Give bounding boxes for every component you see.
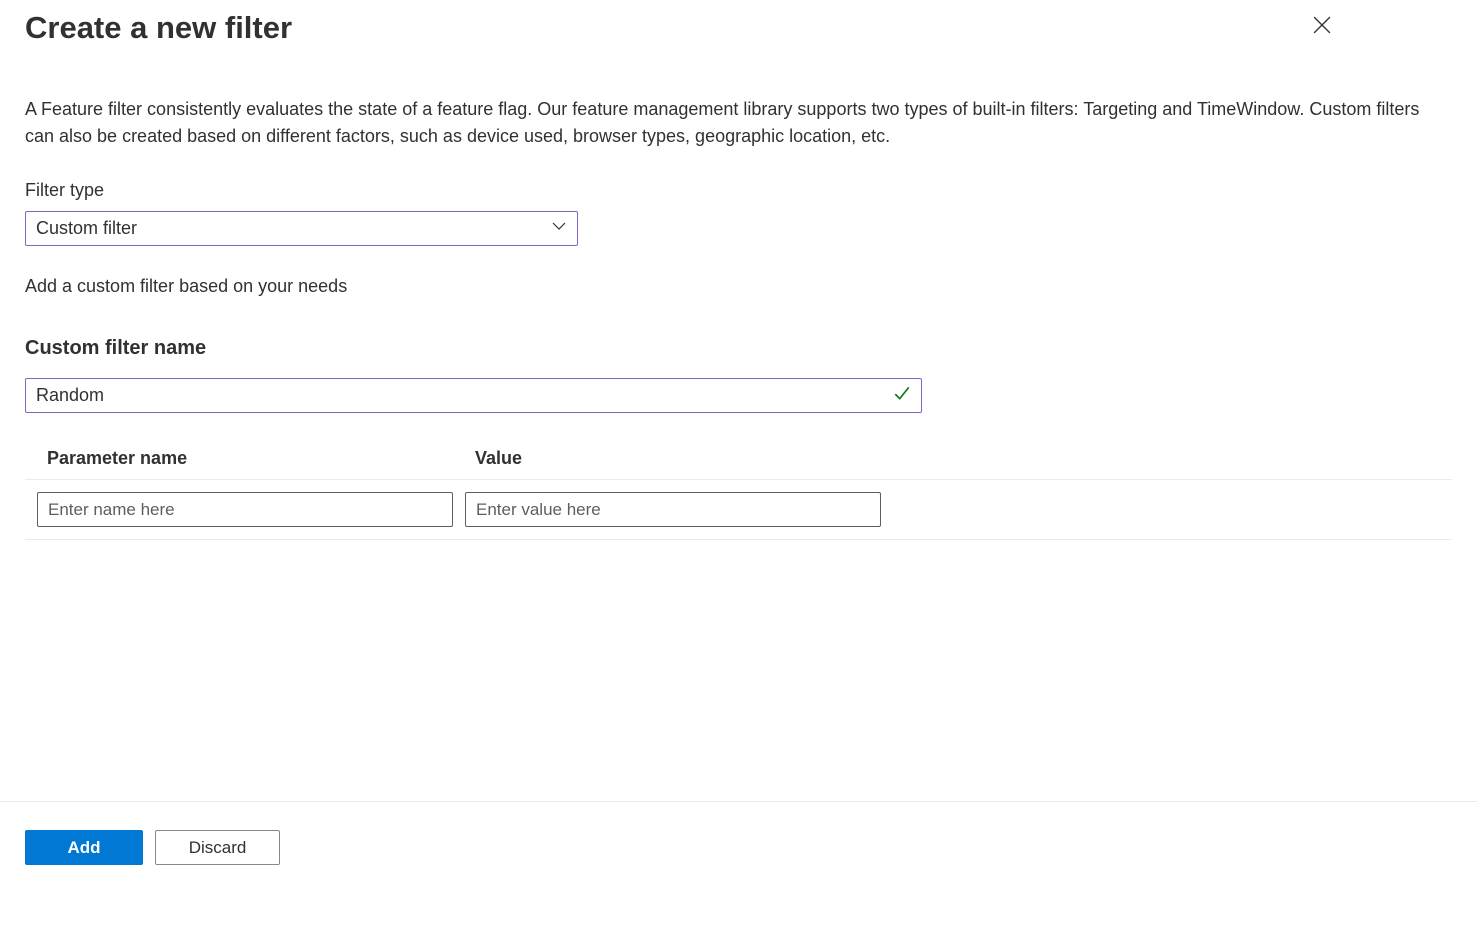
parameter-name-input[interactable]	[37, 492, 453, 527]
custom-filter-name-label: Custom filter name	[25, 337, 1452, 360]
parameter-value-column-header: Value	[475, 448, 1452, 469]
filter-type-dropdown[interactable]: Custom filter	[25, 211, 578, 246]
custom-filter-name-input[interactable]	[36, 385, 893, 406]
close-icon	[1313, 16, 1331, 37]
parameter-row	[25, 480, 1452, 540]
filter-type-label: Filter type	[25, 180, 1452, 201]
parameters-header-row: Parameter name Value	[25, 448, 1452, 480]
parameter-value-input[interactable]	[465, 492, 881, 527]
panel-description: A Feature filter consistently evaluates …	[25, 96, 1452, 150]
parameters-table: Parameter name Value	[25, 448, 1452, 540]
panel-title: Create a new filter	[25, 10, 292, 46]
chevron-down-icon	[551, 218, 567, 239]
discard-button[interactable]: Discard	[155, 830, 280, 865]
parameter-name-column-header: Parameter name	[47, 448, 475, 469]
custom-filter-name-field-wrap	[25, 378, 922, 413]
panel-footer: Add Discard	[0, 801, 1477, 865]
panel-header: Create a new filter	[25, 10, 1452, 46]
checkmark-icon	[893, 384, 911, 407]
filter-type-helper: Add a custom filter based on your needs	[25, 276, 1452, 297]
add-button[interactable]: Add	[25, 830, 143, 865]
close-button[interactable]	[1307, 10, 1337, 43]
filter-type-value: Custom filter	[36, 218, 137, 239]
create-filter-panel: Create a new filter A Feature filter con…	[0, 0, 1477, 935]
